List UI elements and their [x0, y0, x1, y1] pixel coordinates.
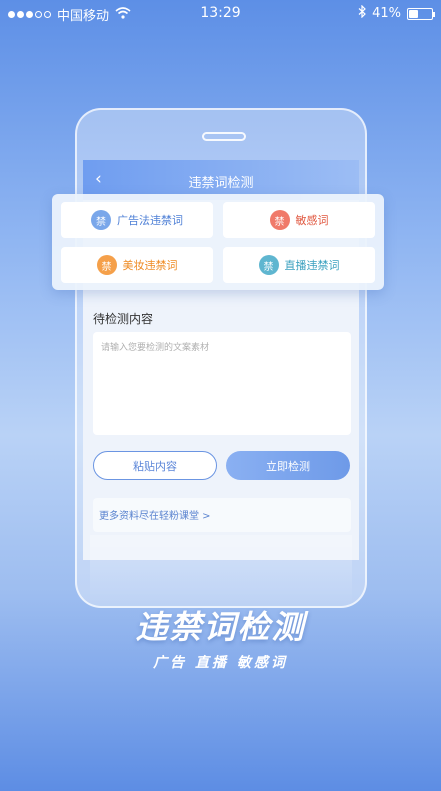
battery-percent: 41%: [372, 6, 401, 21]
more-resources-link[interactable]: 更多资料尽在轻粉课堂 >: [93, 498, 351, 532]
forbidden-icon: 禁: [258, 255, 279, 275]
category-label: 敏感词: [295, 214, 329, 227]
status-bar: 中国移动 13:29 41%: [0, 0, 441, 26]
category-label: 广告法违禁词: [117, 214, 183, 227]
category-beauty[interactable]: 禁 美妆违禁词: [61, 247, 213, 283]
category-label: 直播违禁词: [284, 259, 340, 272]
category-ad-law[interactable]: 禁 广告法违禁词: [61, 202, 213, 238]
battery-icon: [407, 7, 435, 20]
bluetooth-icon: [358, 4, 366, 22]
promo-subheadline: 广告 直播 敏感词: [153, 655, 288, 671]
forbidden-icon: 禁: [269, 210, 290, 230]
forbidden-icon: 禁: [91, 210, 111, 230]
paste-button[interactable]: 粘贴内容: [93, 451, 217, 480]
app-title: 违禁词检测: [188, 176, 254, 191]
category-label: 美妆违禁词: [122, 259, 178, 272]
promo-headline: 违禁词检测: [135, 608, 306, 646]
check-button[interactable]: 立即检测: [226, 451, 350, 480]
status-right: 41%: [358, 4, 435, 22]
phone-speaker: [202, 132, 246, 141]
content-input[interactable]: [93, 332, 351, 435]
category-sensitive[interactable]: 禁 敏感词: [223, 202, 375, 238]
forbidden-icon: 禁: [96, 255, 117, 275]
category-live[interactable]: 禁 直播违禁词: [223, 247, 375, 283]
category-card: 禁 广告法违禁词 禁 敏感词 禁 美妆违禁词 禁 直播违禁词: [52, 194, 384, 290]
content-label: 待检测内容: [93, 312, 154, 326]
reflection-overlay: [90, 535, 352, 605]
battery-fill: [409, 9, 419, 18]
